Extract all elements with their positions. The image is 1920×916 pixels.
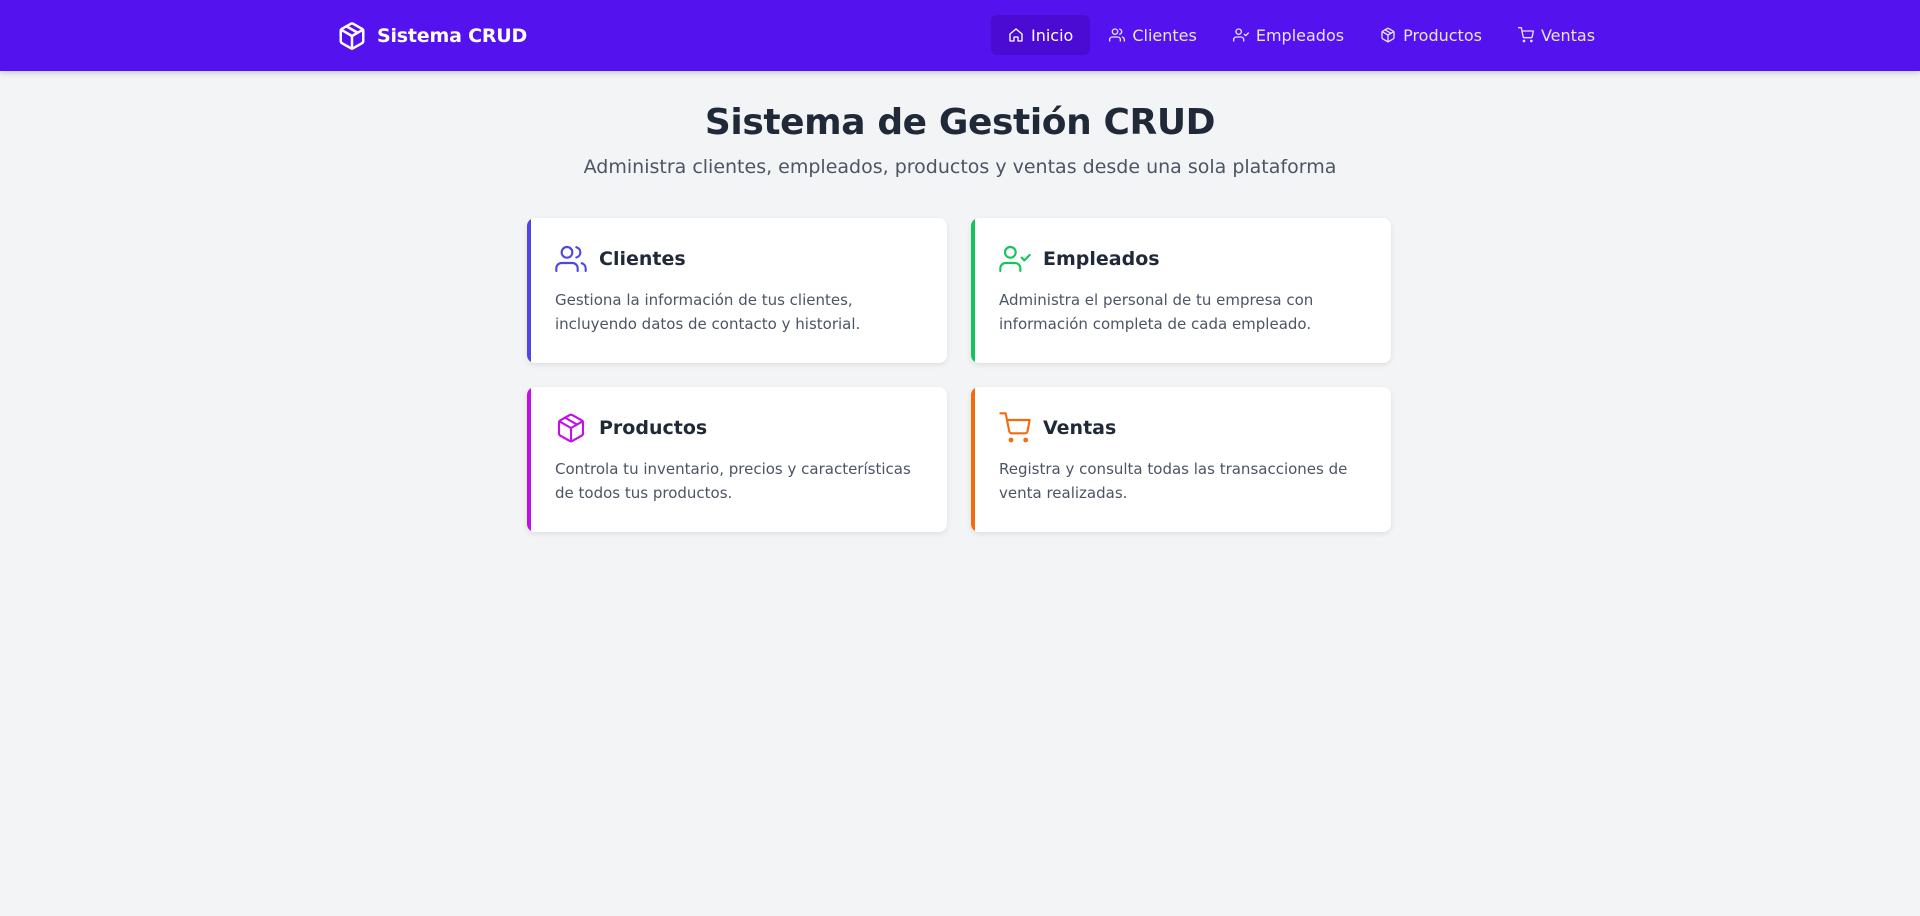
card-ventas[interactable]: Ventas Registra y consulta todas las tra…: [971, 387, 1391, 532]
package-icon: [339, 21, 365, 50]
nav-item-inicio[interactable]: Inicio: [991, 15, 1091, 55]
card-productos[interactable]: Productos Controla tu inventario, precio…: [527, 387, 947, 532]
nav-item-empleados[interactable]: Empleados: [1216, 15, 1361, 55]
brand-link[interactable]: Sistema CRUD: [337, 0, 527, 71]
card-description: Gestiona la información de tus clientes,…: [555, 291, 861, 333]
nav-item-label: Clientes: [1132, 25, 1197, 45]
card-clientes[interactable]: Clientes Gestiona la información de tus …: [527, 218, 947, 363]
card-accent-bar: [527, 218, 531, 363]
home-icon: [1009, 28, 1023, 42]
top-navbar: Sistema CRUD Inicio Clientes Empleados P…: [0, 0, 1920, 71]
card-title: Clientes: [599, 248, 686, 270]
user-check-icon: [999, 245, 1031, 273]
nav-item-ventas[interactable]: Ventas: [1501, 15, 1612, 55]
nav-item-productos[interactable]: Productos: [1363, 15, 1499, 55]
package-icon: [1381, 27, 1395, 43]
shopping-cart-icon: [999, 412, 1031, 443]
nav-item-label: Ventas: [1540, 25, 1596, 45]
card-accent-bar: [971, 218, 975, 363]
card-title: Empleados: [1043, 248, 1160, 270]
card-description: Controla tu inventario, precios y caract…: [555, 460, 911, 502]
users-icon: [1109, 28, 1126, 42]
card-empleados[interactable]: Empleados Administra el personal de tu e…: [971, 218, 1391, 363]
brand-name: Sistema CRUD: [377, 24, 528, 47]
user-check-icon: [1232, 28, 1249, 42]
shopping-cart-icon: [1517, 27, 1534, 43]
card-title: Ventas: [1043, 417, 1117, 439]
page-title: Sistema de Gestión CRUD: [704, 102, 1216, 143]
main-nav: Inicio Clientes Empleados Productos Vent…: [991, 15, 1612, 55]
module-cards-grid: Clientes Gestiona la información de tus …: [527, 218, 1392, 532]
card-description: Registra y consulta todas las transaccio…: [999, 460, 1348, 502]
card-description: Administra el personal de tu empresa con…: [999, 291, 1314, 333]
card-accent-bar: [527, 387, 531, 532]
nav-item-label: Productos: [1403, 25, 1482, 45]
card-accent-bar: [971, 387, 975, 532]
card-title: Productos: [599, 417, 708, 439]
package-icon: [557, 413, 585, 443]
nav-item-clientes[interactable]: Clientes: [1092, 15, 1214, 55]
page-subtitle: Administra clientes, empleados, producto…: [583, 156, 1337, 178]
nav-item-label: Inicio: [1031, 25, 1074, 45]
users-icon: [555, 245, 587, 273]
nav-item-label: Empleados: [1255, 25, 1345, 45]
page-header: Sistema de Gestión CRUD Administra clien…: [0, 100, 1920, 180]
